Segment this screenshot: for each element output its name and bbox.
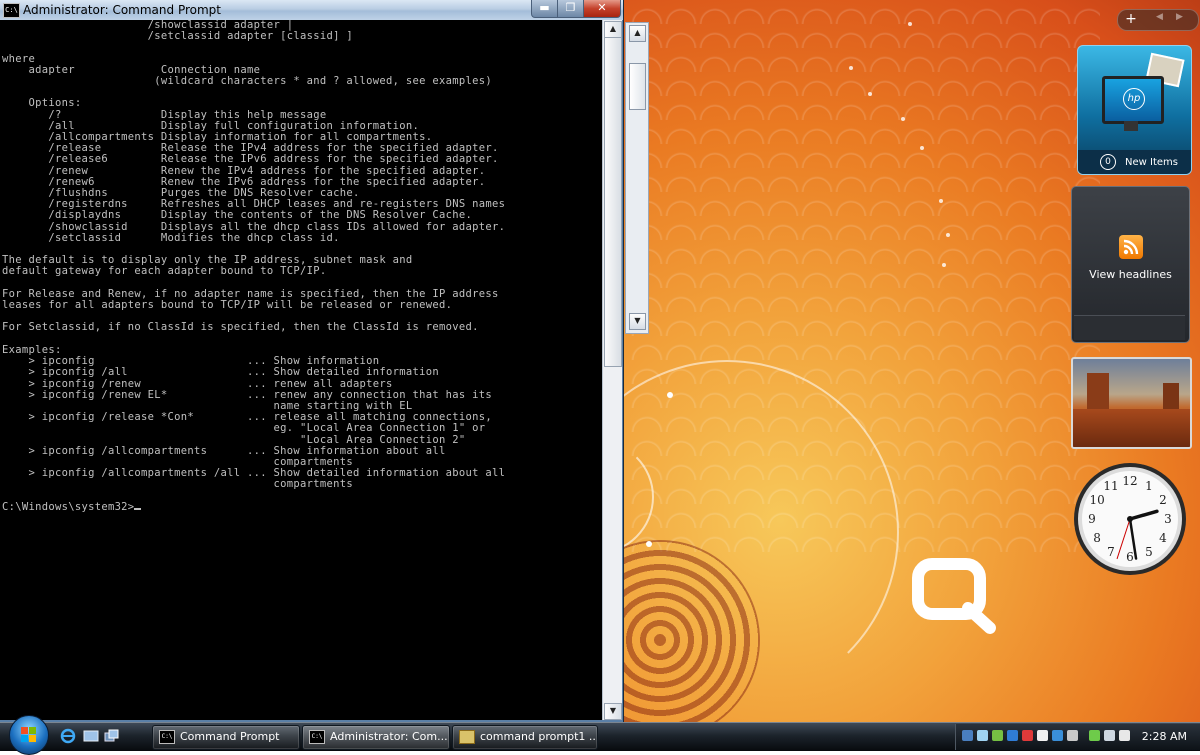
wallpaper-dot	[646, 541, 652, 547]
slideshow-photo-butte	[1087, 373, 1109, 411]
volume-icon[interactable]	[1119, 730, 1130, 741]
wallpaper-dot	[939, 199, 943, 203]
slideshow-photo-butte	[1163, 383, 1179, 411]
clock-center	[1127, 516, 1133, 522]
rss-icon	[1119, 235, 1143, 259]
taskbar-button-label: Administrator: Com...	[330, 730, 448, 743]
switch-windows-icon[interactable]	[104, 728, 120, 744]
wallpaper-dot	[901, 117, 905, 121]
tray-icon[interactable]	[1022, 730, 1033, 741]
firefox-icon	[459, 730, 475, 744]
clock-numeral: 6	[1126, 550, 1134, 564]
new-items-count: 0	[1100, 154, 1116, 170]
title-bar[interactable]: C:\ Administrator: Command Prompt ▬ ❐ ✕	[0, 0, 623, 20]
hp-gadget[interactable]: hp 0 New Items	[1077, 45, 1192, 175]
clock-numeral: 9	[1088, 512, 1096, 526]
tray-icon[interactable]	[1067, 730, 1078, 741]
scroll-down-button[interactable]: ▼	[629, 313, 646, 330]
console-text: /showclassid adapter | /setclassid adapt…	[2, 20, 506, 491]
scroll-thumb[interactable]	[629, 63, 646, 110]
clock-numeral: 1	[1145, 479, 1153, 493]
clock-numeral: 2	[1159, 493, 1167, 507]
clock-numeral: 10	[1089, 493, 1104, 507]
cmd-icon: C:\	[309, 730, 325, 744]
tray-icon[interactable]	[992, 730, 1003, 741]
taskbar-button-admin-command-prompt[interactable]: C:\ Administrator: Com...	[302, 725, 450, 750]
monitor-stand	[1124, 121, 1138, 131]
console-output[interactable]: /showclassid adapter | /setclassid adapt…	[0, 20, 602, 720]
clock-gadget[interactable]: 12 12 3 45678 9 1011	[1072, 461, 1188, 577]
clock-numeral: 8	[1093, 531, 1101, 545]
tray-icon[interactable]	[1052, 730, 1063, 741]
add-gadget-button[interactable]: +	[1122, 11, 1140, 27]
clock-numeral: 12	[1122, 474, 1137, 488]
wallpaper-dot	[667, 392, 673, 398]
view-headlines-link[interactable]: View headlines	[1072, 268, 1189, 281]
wallpaper-dot	[920, 146, 924, 150]
taskbar-button-command-prompt[interactable]: C:\ Command Prompt	[152, 725, 300, 750]
monitor-icon: hp	[1102, 76, 1164, 124]
clock-numeral: 5	[1145, 545, 1153, 559]
wallpaper-dot	[908, 22, 912, 26]
notification-area: 2:28 AM	[955, 724, 1200, 750]
internet-explorer-icon[interactable]	[60, 728, 76, 744]
clock-numeral: 4	[1159, 531, 1167, 545]
clock-numeral: 11	[1103, 479, 1118, 493]
taskbar-button-label: Command Prompt	[180, 730, 280, 743]
windows-flag-icon	[21, 727, 36, 742]
scroll-down-button[interactable]: ▼	[604, 703, 622, 720]
network-icon[interactable]	[1104, 730, 1115, 741]
console-scrollbar[interactable]: ▲ ▼	[602, 20, 622, 720]
taskbar-button-browser[interactable]: command prompt1 ...	[452, 725, 598, 750]
scroll-up-button[interactable]: ▲	[604, 21, 622, 38]
scroll-up-button[interactable]: ▲	[629, 25, 646, 42]
maximize-button[interactable]: ❐	[557, 0, 584, 18]
feed-gadget-footer	[1074, 315, 1185, 340]
cmd-icon[interactable]: C:\	[3, 3, 20, 18]
scroll-thumb[interactable]	[604, 37, 622, 367]
previous-page-button[interactable]: ◀	[1156, 12, 1163, 22]
wallpaper-dot	[946, 233, 950, 237]
window-title: Administrator: Command Prompt	[23, 3, 221, 17]
tray-icon[interactable]	[1007, 730, 1018, 741]
taskbar: C:\ Command Prompt C:\ Administrator: Com.…	[0, 715, 1200, 755]
next-page-button[interactable]: ▶	[1176, 12, 1183, 22]
new-items-label[interactable]: New Items	[1125, 157, 1178, 168]
console-prompt: C:\Windows\system32>	[2, 500, 135, 513]
tray-icon[interactable]	[962, 730, 973, 741]
feed-headlines-gadget[interactable]: View headlines	[1071, 186, 1190, 343]
hp-logo: hp	[1123, 88, 1145, 110]
taskbar-button-label: command prompt1 ...	[480, 730, 598, 743]
close-button[interactable]: ✕	[583, 0, 621, 18]
wallpaper-dot	[942, 263, 946, 267]
tray-icon[interactable]	[977, 730, 988, 741]
slideshow-photo-ground	[1073, 409, 1190, 447]
show-desktop-icon[interactable]	[83, 728, 99, 744]
wallpaper-dot	[868, 92, 872, 96]
slideshow-gadget[interactable]	[1071, 357, 1192, 449]
text-cursor	[134, 507, 142, 510]
tray-icon[interactable]	[1037, 730, 1048, 741]
start-button[interactable]	[9, 715, 49, 755]
taskbar-clock[interactable]: 2:28 AM	[1142, 730, 1187, 743]
command-prompt-window[interactable]: C:\ Administrator: Command Prompt ▬ ❐ ✕ …	[0, 0, 624, 722]
cmd-icon: C:\	[159, 730, 175, 744]
power-icon[interactable]	[1089, 730, 1100, 741]
compaq-logo	[912, 558, 996, 634]
background-window-scrollbar[interactable]: ▲ ▼	[625, 22, 649, 334]
wallpaper-dot	[849, 66, 853, 70]
sidebar-controls: + ◀ ▶	[1117, 9, 1199, 31]
clock-numeral: 3	[1164, 512, 1172, 526]
clock-numeral: 7	[1107, 545, 1115, 559]
minimize-button[interactable]: ▬	[531, 0, 558, 18]
